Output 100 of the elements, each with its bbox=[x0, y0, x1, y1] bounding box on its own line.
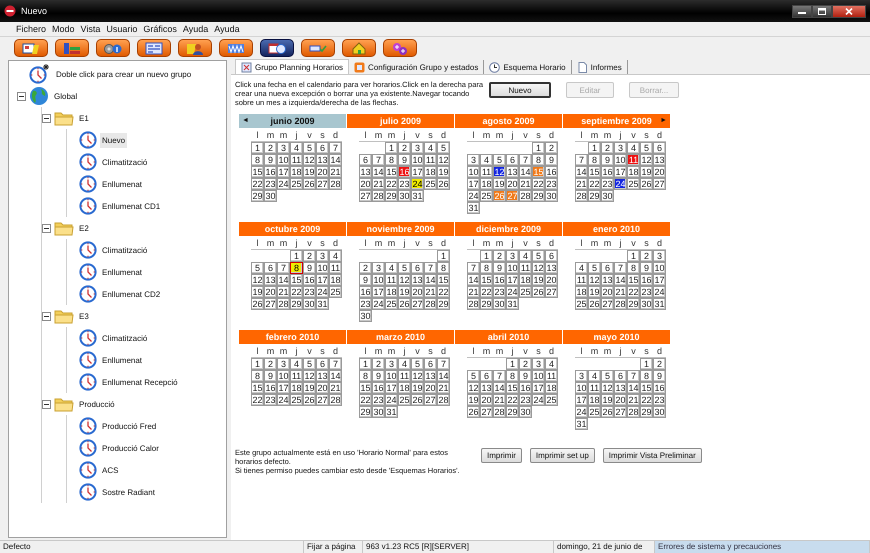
day-cell[interactable]: 3 bbox=[532, 358, 545, 370]
day-cell[interactable]: 11 bbox=[519, 262, 532, 274]
toolbar-button[interactable] bbox=[178, 39, 212, 57]
day-cell[interactable]: 18 bbox=[385, 286, 398, 298]
day-cell[interactable]: 6 bbox=[316, 142, 329, 154]
day-cell[interactable]: 5 bbox=[640, 142, 653, 154]
day-cell[interactable]: 4 bbox=[329, 250, 342, 262]
day-cell[interactable]: 20 bbox=[480, 394, 493, 406]
tree-item[interactable]: Climatització bbox=[100, 330, 150, 346]
tree-item[interactable]: ACS bbox=[100, 462, 120, 478]
day-cell[interactable]: 29 bbox=[437, 298, 450, 310]
day-cell[interactable]: 4 bbox=[519, 250, 532, 262]
day-cell[interactable]: 1 bbox=[532, 142, 545, 154]
day-cell[interactable]: 8 bbox=[385, 154, 398, 166]
day-cell[interactable]: 8 bbox=[506, 370, 519, 382]
day-cell[interactable]: 5 bbox=[398, 262, 411, 274]
day-cell[interactable]: 21 bbox=[329, 166, 342, 178]
day-cell[interactable]: 28 bbox=[424, 298, 437, 310]
day-cell[interactable]: 15 bbox=[588, 166, 601, 178]
day-cell[interactable]: 16 bbox=[601, 166, 614, 178]
tab-label[interactable]: Configuración Grupo y estados bbox=[368, 62, 478, 72]
day-cell[interactable]: 29 bbox=[506, 406, 519, 418]
day-cell[interactable]: 9 bbox=[303, 262, 316, 274]
day-cell[interactable]: 25 bbox=[290, 178, 303, 190]
day-cell[interactable]: 12 bbox=[467, 382, 480, 394]
day-cell[interactable]: 20 bbox=[653, 166, 666, 178]
tree-item[interactable]: Producció bbox=[77, 396, 117, 412]
day-cell[interactable]: 20 bbox=[614, 394, 627, 406]
day-cell[interactable]: 5 bbox=[303, 142, 316, 154]
day-cell[interactable]: 19 bbox=[493, 178, 506, 190]
menu-item[interactable]: Gráficos bbox=[143, 24, 177, 34]
day-cell[interactable]: 16 bbox=[398, 166, 411, 178]
minimize-button[interactable] bbox=[792, 4, 812, 18]
day-cell[interactable]: 31 bbox=[653, 298, 666, 310]
print-button[interactable]: Imprimir set up bbox=[530, 448, 595, 463]
day-cell[interactable]: 29 bbox=[359, 406, 372, 418]
day-cell[interactable]: 22 bbox=[480, 286, 493, 298]
day-cell[interactable]: 27 bbox=[545, 286, 558, 298]
day-cell[interactable]: 24 bbox=[653, 286, 666, 298]
tab-label[interactable]: Esquema Horario bbox=[503, 62, 566, 72]
day-cell[interactable]: 19 bbox=[398, 286, 411, 298]
day-cell[interactable]: 17 bbox=[653, 274, 666, 286]
day-cell[interactable]: 9 bbox=[398, 154, 411, 166]
day-cell[interactable]: 21 bbox=[277, 286, 290, 298]
day-cell[interactable]: 11 bbox=[329, 262, 342, 274]
tree-item[interactable]: Nuevo bbox=[100, 132, 128, 148]
day-cell[interactable]: 15 bbox=[437, 274, 450, 286]
day-cell[interactable]: 3 bbox=[575, 370, 588, 382]
day-cell[interactable]: 22 bbox=[251, 178, 264, 190]
day-cell[interactable]: 8 bbox=[588, 154, 601, 166]
day-cell[interactable]: 27 bbox=[316, 394, 329, 406]
day-cell[interactable]: 13 bbox=[424, 370, 437, 382]
day-cell[interactable]: 10 bbox=[467, 166, 480, 178]
day-cell[interactable]: 21 bbox=[519, 178, 532, 190]
day-cell[interactable]: 5 bbox=[532, 250, 545, 262]
day-cell[interactable]: 8 bbox=[640, 370, 653, 382]
toolbar-button[interactable] bbox=[260, 39, 294, 57]
tab-label[interactable]: Informes bbox=[590, 62, 622, 72]
day-cell[interactable]: 17 bbox=[575, 394, 588, 406]
day-cell[interactable]: 7 bbox=[277, 262, 290, 274]
menu-item[interactable]: Ayuda bbox=[182, 24, 208, 34]
day-cell[interactable]: 6 bbox=[601, 262, 614, 274]
day-cell[interactable]: 24 bbox=[385, 394, 398, 406]
day-cell[interactable]: 27 bbox=[601, 298, 614, 310]
day-cell[interactable]: 2 bbox=[398, 142, 411, 154]
day-cell[interactable]: 3 bbox=[385, 358, 398, 370]
day-cell[interactable]: 6 bbox=[359, 154, 372, 166]
day-cell[interactable]: 23 bbox=[264, 394, 277, 406]
day-cell[interactable]: 4 bbox=[575, 262, 588, 274]
day-cell[interactable]: 14 bbox=[437, 370, 450, 382]
tab-label[interactable]: Grupo Planning Horarios bbox=[255, 62, 344, 72]
day-cell[interactable]: 16 bbox=[519, 382, 532, 394]
day-cell[interactable]: 8 bbox=[532, 154, 545, 166]
day-cell[interactable]: 14 bbox=[614, 274, 627, 286]
day-cell[interactable]: 17 bbox=[277, 382, 290, 394]
day-cell[interactable]: 14 bbox=[493, 382, 506, 394]
day-cell[interactable]: 20 bbox=[316, 166, 329, 178]
day-cell[interactable]: 7 bbox=[372, 154, 385, 166]
day-cell[interactable]: 24 bbox=[372, 298, 385, 310]
day-cell[interactable]: 13 bbox=[506, 166, 519, 178]
day-cell[interactable]: 3 bbox=[411, 142, 424, 154]
day-cell[interactable]: 12 bbox=[588, 274, 601, 286]
day-cell[interactable]: 28 bbox=[627, 406, 640, 418]
day-cell[interactable]: 6 bbox=[506, 154, 519, 166]
day-cell[interactable]: 12 bbox=[398, 274, 411, 286]
day-cell[interactable]: 28 bbox=[329, 178, 342, 190]
day-cell[interactable]: 19 bbox=[467, 394, 480, 406]
day-cell[interactable]: 10 bbox=[277, 154, 290, 166]
day-cell[interactable]: 1 bbox=[359, 358, 372, 370]
day-cell[interactable]: 23 bbox=[493, 286, 506, 298]
day-cell[interactable]: 4 bbox=[290, 358, 303, 370]
day-cell[interactable]: 22 bbox=[588, 178, 601, 190]
day-cell[interactable]: 18 bbox=[627, 166, 640, 178]
day-cell[interactable]: 20 bbox=[411, 286, 424, 298]
day-cell[interactable]: 27 bbox=[614, 406, 627, 418]
day-cell[interactable]: 26 bbox=[601, 406, 614, 418]
tree-item[interactable]: Producció Fred bbox=[100, 418, 158, 434]
day-cell[interactable]: 12 bbox=[601, 382, 614, 394]
day-cell[interactable]: 19 bbox=[640, 166, 653, 178]
day-cell[interactable]: 8 bbox=[251, 154, 264, 166]
